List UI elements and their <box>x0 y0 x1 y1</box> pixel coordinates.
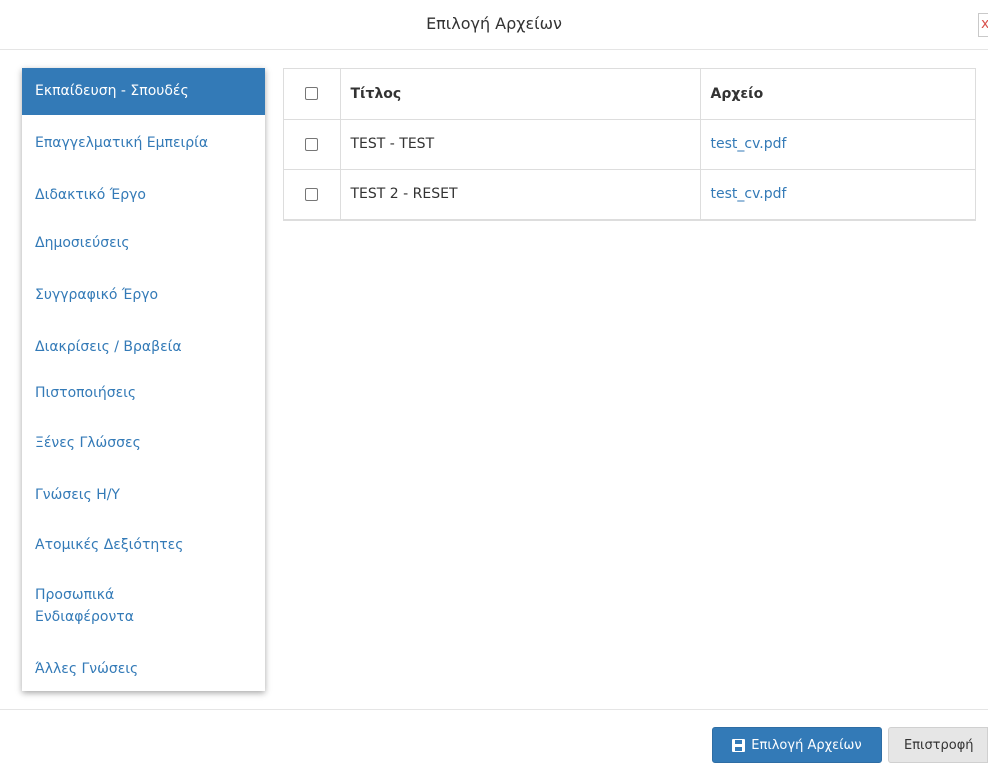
file-column-header: Αρχείο <box>699 69 975 120</box>
sidebar-item-education[interactable]: Εκπαίδευση - Σπουδές <box>22 68 265 115</box>
row-select-cell <box>284 168 341 220</box>
sidebar-item-work-experience[interactable]: Επαγγελματική Εμπειρία <box>22 132 265 154</box>
row-file-cell: test_cv.pdf <box>699 118 975 170</box>
table-header-row: Τίτλος Αρχείο <box>284 69 975 120</box>
modal-header: Επιλογή Αρχείων x <box>0 0 988 50</box>
select-all-checkbox[interactable] <box>305 87 319 101</box>
footer-divider <box>0 709 988 710</box>
sidebar-item-certifications[interactable]: Πιστοποιήσεις <box>22 382 265 404</box>
sidebar-item-computer-skills[interactable]: Γνώσεις Η/Υ <box>22 484 265 506</box>
table-row: TEST - TEST test_cv.pdf <box>284 118 975 170</box>
row-title: TEST 2 - RESET <box>339 168 701 220</box>
select-all-cell <box>284 69 341 120</box>
close-button[interactable]: x <box>978 13 988 37</box>
sidebar-item-interests[interactable]: Προσωπικά Ενδιαφέροντα <box>22 584 172 628</box>
sidebar-item-languages[interactable]: Ξένες Γλώσσες <box>22 432 265 454</box>
file-link[interactable]: test_cv.pdf <box>711 136 787 152</box>
sidebar-item-teaching[interactable]: Διδακτικό Έργο <box>22 184 265 206</box>
file-link[interactable]: test_cv.pdf <box>711 186 787 202</box>
back-button[interactable]: Επιστροφή <box>888 727 988 763</box>
files-table-container: Τίτλος Αρχείο TEST - TEST test_cv.pdf TE… <box>283 68 976 221</box>
sidebar-item-writing[interactable]: Συγγραφικό Έργο <box>22 284 265 306</box>
modal-title: Επιλογή Αρχείων <box>426 14 562 33</box>
files-table: Τίτλος Αρχείο TEST - TEST test_cv.pdf TE… <box>284 69 975 220</box>
category-sidebar: Εκπαίδευση - Σπουδές Επαγγελματική Εμπει… <box>22 68 265 691</box>
sidebar-item-other-knowledge[interactable]: Άλλες Γνώσεις <box>22 658 265 680</box>
row-file-cell: test_cv.pdf <box>699 168 975 220</box>
sidebar-item-personal-skills[interactable]: Ατομικές Δεξιότητες <box>22 534 265 556</box>
title-column-header: Τίτλος <box>339 69 701 120</box>
row-checkbox[interactable] <box>305 137 319 151</box>
select-files-label: Επιλογή Αρχείων <box>751 737 862 753</box>
table-row: TEST 2 - RESET test_cv.pdf <box>284 168 975 220</box>
sidebar-item-awards[interactable]: Διακρίσεις / Βραβεία <box>22 336 265 358</box>
floppy-disk-icon <box>732 738 746 752</box>
row-checkbox[interactable] <box>305 187 319 201</box>
select-files-button[interactable]: Επιλογή Αρχείων <box>712 727 882 763</box>
sidebar-item-publications[interactable]: Δημοσιεύσεις <box>22 232 265 254</box>
row-select-cell <box>284 118 341 170</box>
row-title: TEST - TEST <box>339 118 701 170</box>
